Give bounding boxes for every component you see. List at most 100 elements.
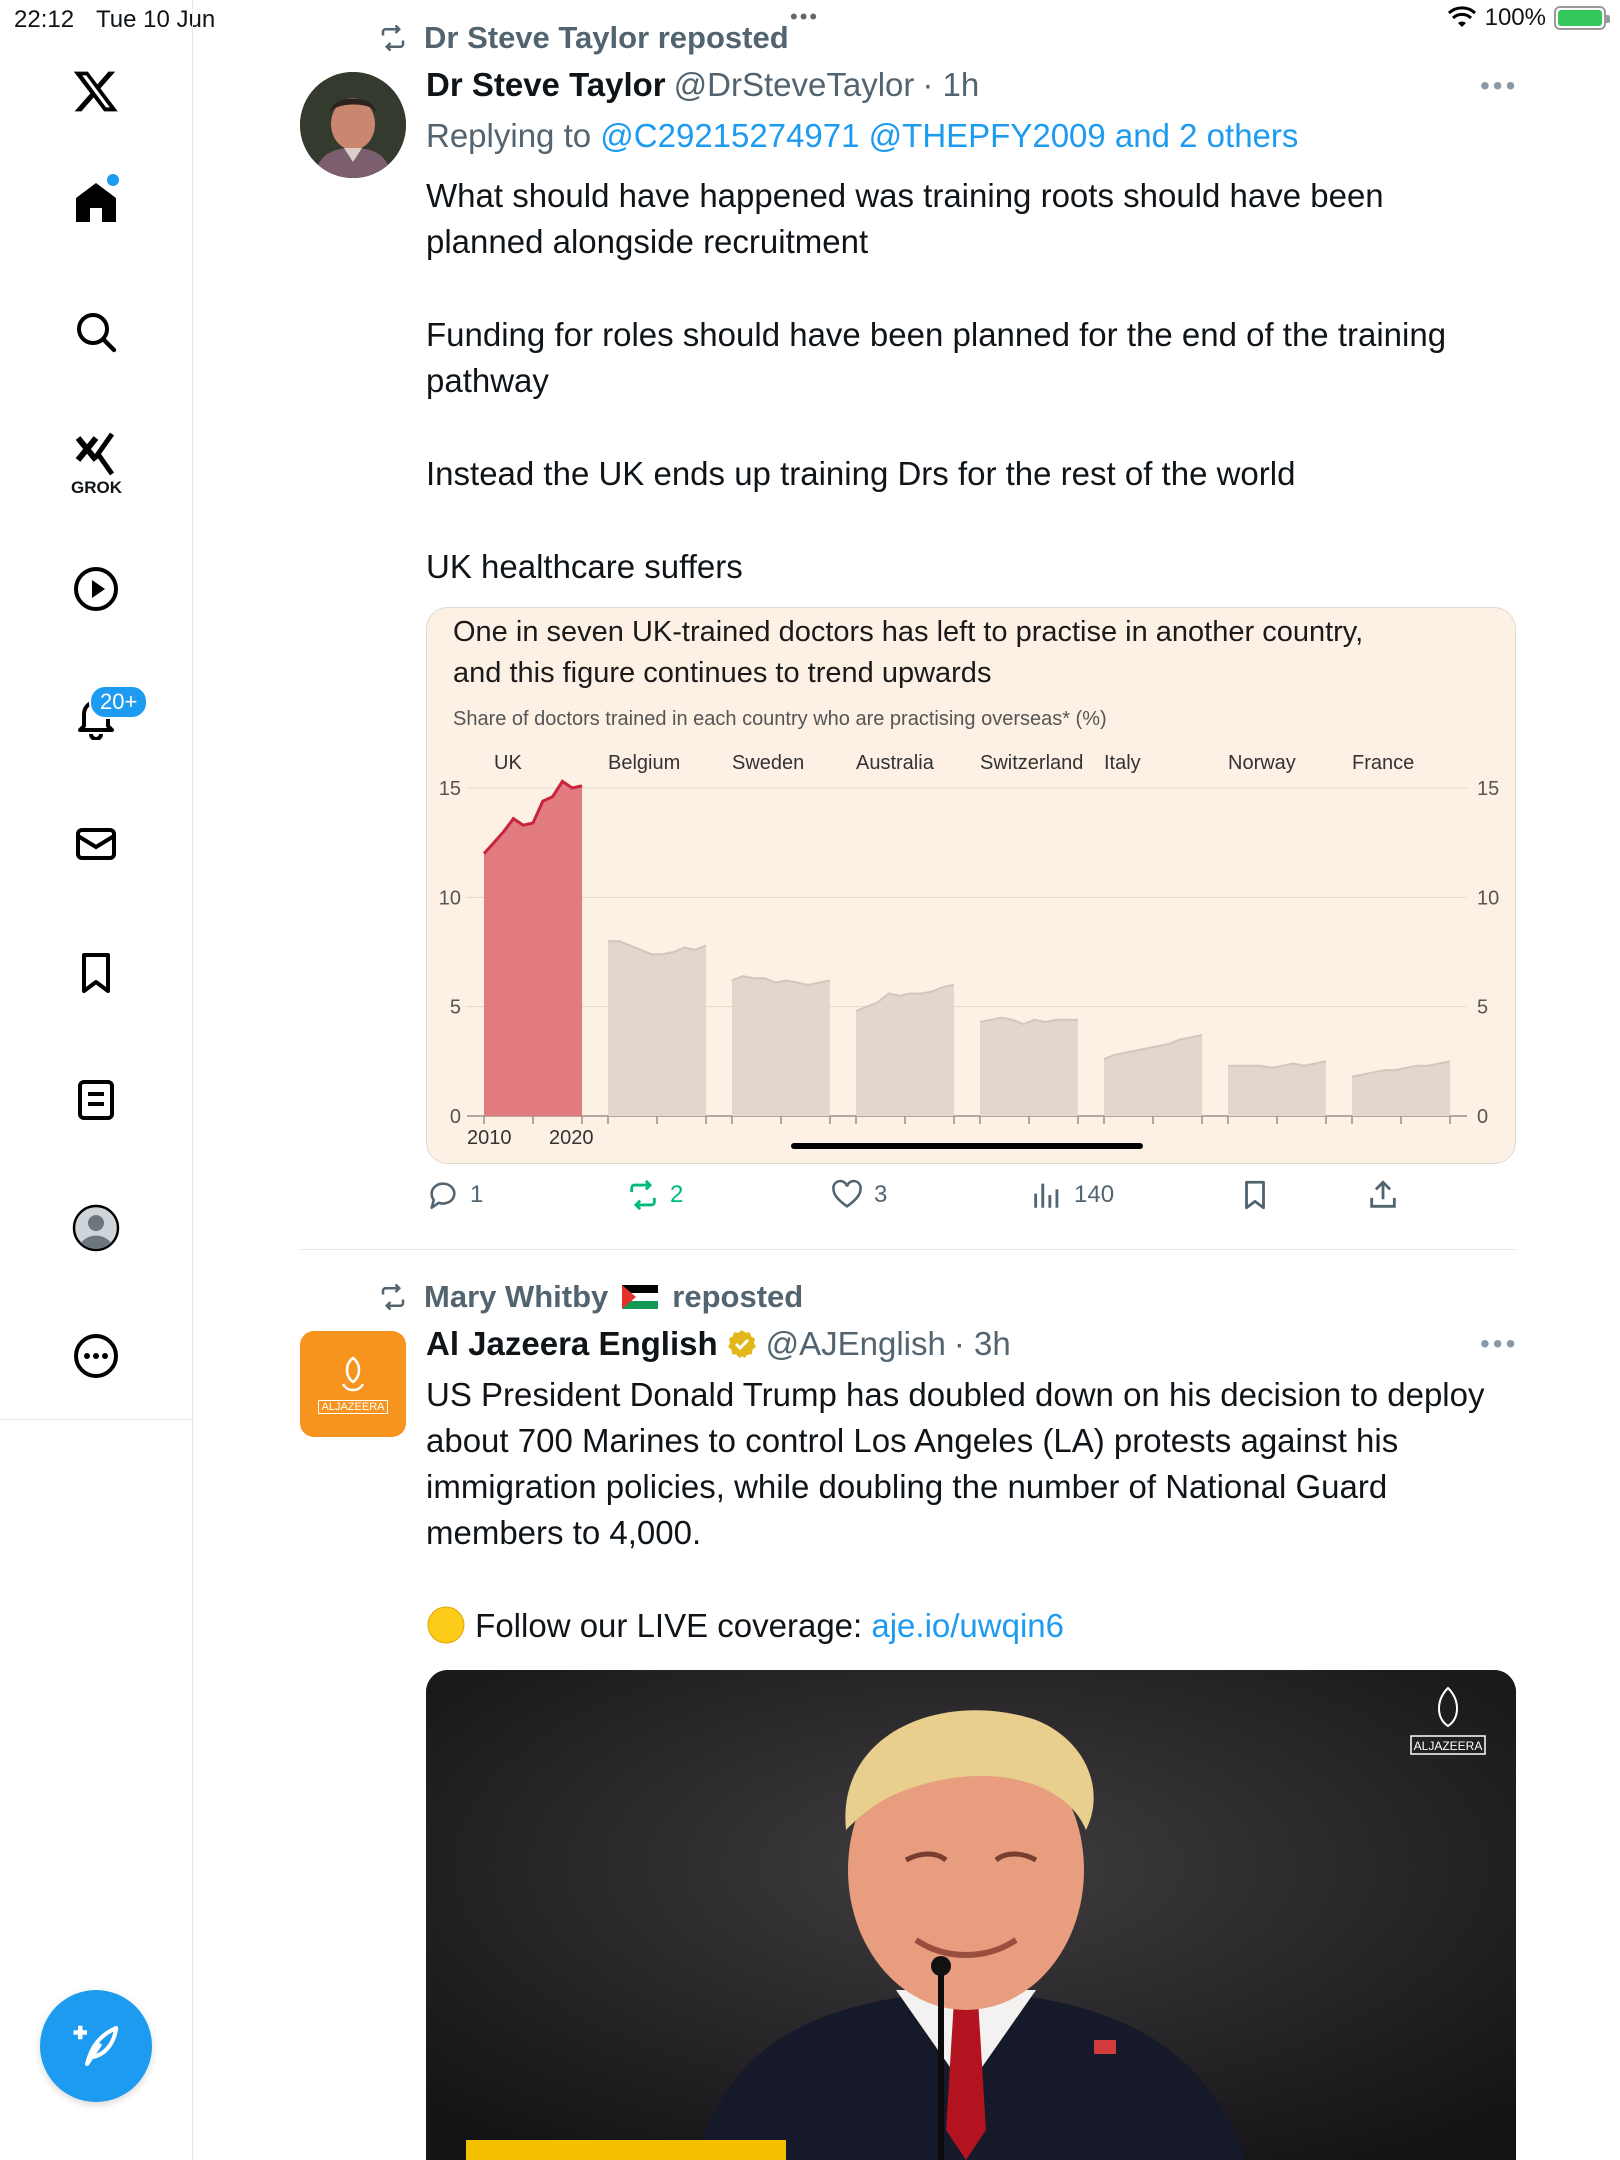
- chart-panel-label: Australia: [856, 752, 935, 774]
- post-time[interactable]: · 1h: [922, 66, 979, 104]
- chart-x-tick-label: 2020: [549, 1127, 594, 1149]
- verified-badge-icon: [727, 1330, 756, 1358]
- bookmark-icon: [1245, 1180, 1265, 1210]
- battery-percent: 100%: [1484, 4, 1546, 31]
- more-options-icon[interactable]: •••: [1480, 1328, 1518, 1360]
- heart-icon: [832, 1179, 862, 1208]
- messages-icon[interactable]: [60, 808, 132, 880]
- views-button[interactable]: 140: [1030, 1178, 1114, 1212]
- chart-area-belgium: [608, 941, 706, 1116]
- replying-prefix: Replying to: [426, 117, 592, 154]
- repost-icon: [381, 1283, 405, 1311]
- repost-icon: [630, 1179, 656, 1211]
- reply-count: 1: [470, 1181, 484, 1208]
- author-handle[interactable]: @DrSteveTaylor: [674, 66, 915, 104]
- chart-panel-label: Sweden: [732, 752, 804, 774]
- tweet-paragraph: Instead the UK ends up training Drs for …: [426, 455, 1296, 492]
- like-count: 3: [874, 1181, 888, 1208]
- profile-avatar-icon[interactable]: [60, 1192, 132, 1264]
- view-count: 140: [1074, 1181, 1115, 1208]
- tweet-header: Al Jazeera English @AJEnglish · 3h: [426, 1325, 1011, 1363]
- chart-panel-label: France: [1352, 752, 1414, 774]
- tweet-text: What should have happened was training r…: [426, 173, 1506, 590]
- avatar[interactable]: [300, 72, 406, 178]
- tweet-text: US President Donald Trump has doubled do…: [426, 1372, 1516, 1649]
- live-coverage-link[interactable]: aje.io/uwqin6: [871, 1607, 1064, 1644]
- repost-indicator[interactable]: Mary Whitby reposted: [376, 1279, 803, 1315]
- more-options-icon[interactable]: •••: [1480, 70, 1518, 102]
- video-icon[interactable]: [60, 553, 132, 625]
- repost-indicator[interactable]: Dr Steve Taylor reposted: [376, 20, 789, 56]
- tweet-divider: [300, 1249, 1516, 1250]
- chart-panel-label: UK: [494, 752, 522, 774]
- search-icon[interactable]: [60, 296, 132, 368]
- status-right: 100%: [1447, 4, 1610, 32]
- repost-icon: [381, 24, 405, 52]
- follow-prefix: Follow our LIVE coverage:: [475, 1607, 863, 1644]
- repost-count: 2: [670, 1181, 684, 1208]
- reply-icon: [430, 1182, 456, 1210]
- chart-y-tick-label-right: 5: [1477, 997, 1488, 1019]
- sidebar: GROK 20+: [0, 0, 193, 2160]
- chart-y-tick-label-left: 10: [439, 887, 461, 909]
- chart-title-line1: One in seven UK-trained doctors has left…: [453, 616, 1363, 648]
- author-name[interactable]: Al Jazeera English: [426, 1325, 718, 1363]
- chart-y-tick-label-right: 15: [1477, 778, 1499, 800]
- multitasking-dots-icon[interactable]: •••: [790, 4, 819, 30]
- chart-y-tick-label-left: 5: [450, 997, 461, 1019]
- wifi-icon: [1447, 6, 1476, 27]
- chart-area-norway: [1228, 1061, 1326, 1116]
- repost-by: Mary Whitby: [424, 1279, 609, 1314]
- compose-feather-icon: [73, 2025, 119, 2067]
- avatar-logo-text: ALJAZEERA: [317, 1400, 389, 1414]
- tweet-paragraph: Funding for roles should have been plann…: [426, 316, 1447, 399]
- bookmarks-icon[interactable]: [60, 937, 132, 1009]
- repost-suffix: reposted: [672, 1279, 804, 1314]
- bookmark-button[interactable]: [1238, 1178, 1272, 1212]
- aljazeera-logo-icon: [341, 1356, 365, 1392]
- tweet-header: Dr Steve Taylor @DrSteveTaylor · 1h: [426, 66, 979, 104]
- repost-label: Dr Steve Taylor reposted: [424, 20, 789, 55]
- share-button[interactable]: [1366, 1178, 1400, 1212]
- post-time[interactable]: · 3h: [954, 1325, 1011, 1363]
- yellow-circle-icon: [427, 1606, 465, 1644]
- chart-area-sweden: [732, 976, 830, 1116]
- more-options-icon[interactable]: [60, 1320, 132, 1392]
- post-media-image[interactable]: ALJAZEERA: [426, 1670, 1516, 2160]
- chart-subtitle: Share of doctors trained in each country…: [453, 708, 1107, 730]
- notifications-badge: 20+: [89, 685, 149, 719]
- palestine-flag-icon: [622, 1285, 659, 1309]
- reply-button[interactable]: 1: [426, 1178, 483, 1212]
- tweet-follow-line: Follow our LIVE coverage: aje.io/uwqin6: [426, 1603, 1516, 1649]
- sidebar-divider: [0, 1419, 193, 1420]
- avatar[interactable]: ALJAZEERA: [300, 1331, 406, 1437]
- chart-panel-label: Belgium: [608, 752, 680, 774]
- battery-icon: [1554, 6, 1610, 30]
- home-icon[interactable]: [60, 166, 132, 238]
- x-logo-icon[interactable]: [60, 55, 132, 127]
- status-bar: 22:12 Tue 10 Jun ••• 100%: [0, 0, 1620, 40]
- tweet-paragraph: What should have happened was training r…: [426, 177, 1384, 260]
- share-icon: [1370, 1180, 1396, 1208]
- chart-panel-label: Norway: [1228, 752, 1296, 774]
- chart-x-tick-label: 2010: [467, 1127, 512, 1149]
- chart-area-uk: [484, 781, 582, 1116]
- chart-y-tick-label-left: 0: [450, 1106, 461, 1128]
- chart-area-switzerland: [980, 1017, 1078, 1116]
- media-photo: ALJAZEERA: [426, 1670, 1516, 2160]
- chart-y-tick-label-right: 10: [1477, 887, 1499, 909]
- repost-button[interactable]: 2: [626, 1178, 683, 1212]
- home-unread-dot: [107, 174, 119, 186]
- author-name[interactable]: Dr Steve Taylor: [426, 66, 666, 104]
- chart-image-card[interactable]: One in seven UK-trained doctors has left…: [426, 607, 1516, 1164]
- image-scroll-indicator: [791, 1143, 1143, 1149]
- tweet-actions: 1 2 3 140: [426, 1178, 1516, 1228]
- compose-post-button[interactable]: [40, 1990, 152, 2102]
- avatar-photo: [300, 72, 406, 178]
- replying-to-links[interactable]: @C29215274971 @THEPFY2009 and 2 others: [600, 117, 1298, 154]
- tweet-paragraph: US President Donald Trump has doubled do…: [426, 1376, 1485, 1551]
- like-button[interactable]: 3: [830, 1178, 887, 1212]
- author-handle[interactable]: @AJEnglish: [766, 1325, 946, 1363]
- grok-label: GROK: [71, 478, 122, 497]
- lists-icon[interactable]: [60, 1064, 132, 1136]
